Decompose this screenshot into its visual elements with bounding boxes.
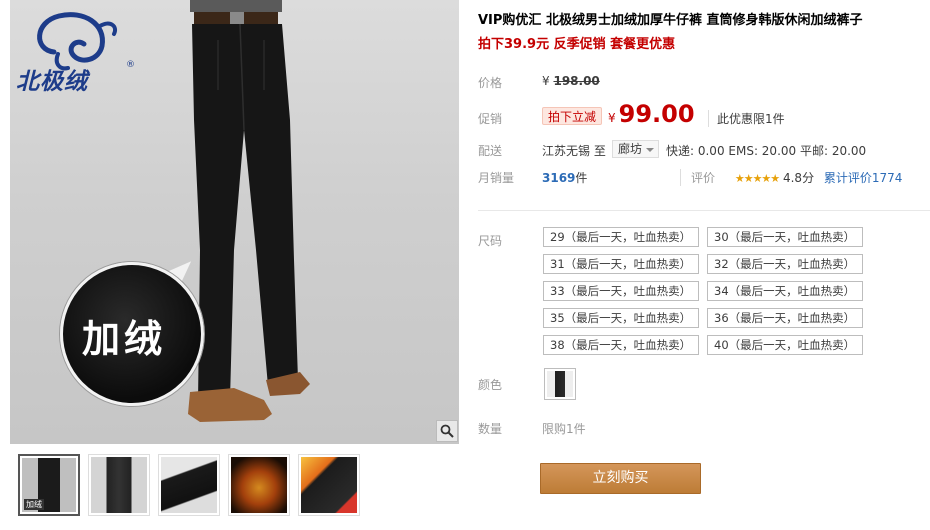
promo-subtitle: 拍下39.9元 反季促销 套餐更优惠 [478,37,676,52]
review-count-link[interactable]: 累计评价1774 [824,171,903,185]
size-option[interactable]: 34（最后一天，吐血热卖） [707,281,863,301]
thumbnail-strip: 加绒 [18,454,360,516]
size-option[interactable]: 35（最后一天，吐血热卖） [543,308,699,328]
thumbnail-5[interactable] [298,454,360,516]
price-meta-box: 价格 ¥ 198.00 促销 拍下立减 ¥99.00 此优惠限1件 配送 江苏无… [478,62,928,206]
product-gallery: 北极绒 ® 加绒 加绒 [10,0,459,530]
magnifier-icon[interactable] [436,420,458,442]
color-swatch-black[interactable] [544,368,576,400]
thumbnail-4[interactable] [228,454,290,516]
rating-summary: 评价 ★★★★★ 4.8分 累计评价1774 [680,169,902,186]
current-price: ¥99.00 [608,100,695,128]
promo-tag: 拍下立减 [542,107,603,125]
shipping-label: 配送 [478,144,503,158]
divider [478,210,930,211]
ship-to-city-select[interactable]: 廊坊 [612,140,660,158]
size-option[interactable]: 29（最后一天，吐血热卖） [543,227,699,247]
size-option[interactable]: 31（最后一天，吐血热卖） [543,254,699,274]
ship-from: 江苏无锡 至 [542,144,606,158]
brand-name: 北极绒 [16,69,88,95]
product-title: VIP购优汇 北极绒男士加绒加厚牛仔裤 直筒修身韩版休闲加绒裤子 [478,13,863,28]
quantity-label: 数量 [478,422,503,436]
rating-score: 4.8分 [782,171,815,185]
promo-label: 促销 [478,112,503,126]
size-option[interactable]: 38（最后一天，吐血热卖） [543,335,699,355]
rating-stars-icon: ★★★★★ [734,172,780,185]
registered-mark: ® [126,60,135,70]
thumbnail-2[interactable] [88,454,150,516]
price-label: 价格 [478,76,503,90]
size-option[interactable]: 33（最后一天，吐血热卖） [543,281,699,301]
thumbnail-badge: 加绒 [24,499,44,510]
size-option[interactable]: 30（最后一天，吐血热卖） [707,227,863,247]
buy-now-button[interactable]: 立刻购买 [540,463,701,494]
monthly-sales: 3169件 [542,171,588,185]
original-price: ¥ 198.00 [542,74,600,88]
sales-label: 月销量 [478,171,515,185]
feature-bubble-label: 加绒 [82,317,167,361]
thumbnail-3[interactable] [158,454,220,516]
size-option[interactable]: 36（最后一天，吐血热卖） [707,308,863,328]
size-options: 29（最后一天，吐血热卖） 30（最后一天，吐血热卖） 31（最后一天，吐血热卖… [543,227,863,355]
quantity-limit: 限购1件 [542,422,586,436]
main-product-image[interactable]: 北极绒 ® 加绒 [10,0,459,444]
size-label: 尺码 [478,234,503,248]
shipping-fees: 快递: 0.00 EMS: 20.00 平邮: 20.00 [666,144,867,158]
size-option[interactable]: 40（最后一天，吐血热卖） [707,335,863,355]
limit-note: 此优惠限1件 [708,110,785,127]
thumbnail-1[interactable]: 加绒 [18,454,80,516]
color-label: 颜色 [478,378,503,392]
size-option[interactable]: 32（最后一天，吐血热卖） [707,254,863,274]
